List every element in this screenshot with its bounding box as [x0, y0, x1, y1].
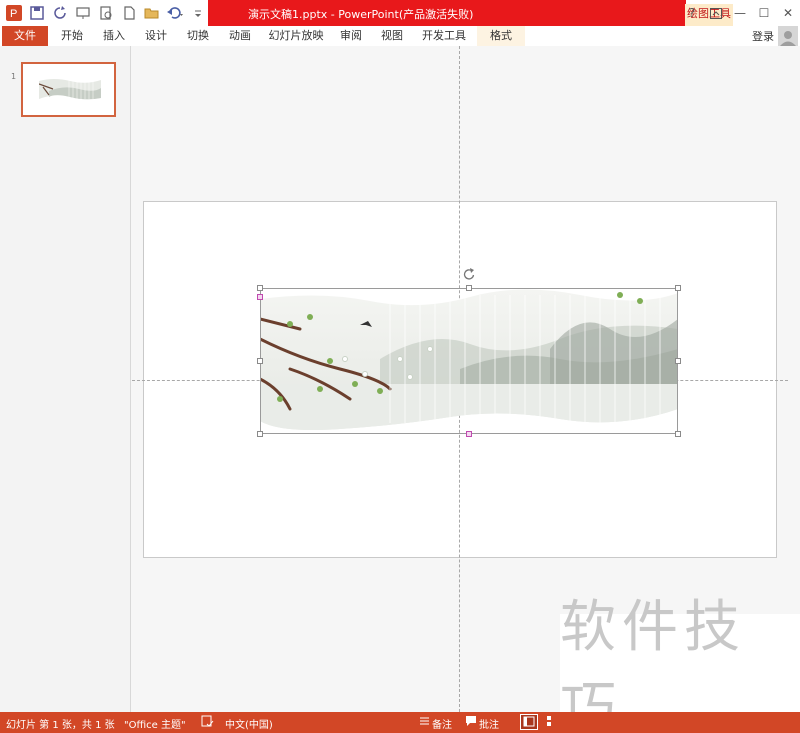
slide-thumbnail-pane: 1 [0, 46, 131, 712]
quick-access-toolbar: P [4, 3, 208, 23]
tab-format[interactable]: 格式 [477, 26, 525, 46]
notes-button[interactable]: 备注 [432, 716, 452, 731]
thumbnail-number: 1 [11, 72, 17, 81]
title-banner: 演示文稿1.pptx - PowerPoint(产品激活失败) 绘图工具 [208, 0, 733, 26]
watermark-text: 软件技巧 [560, 595, 746, 733]
tab-animations[interactable]: 动画 [222, 26, 258, 46]
close-button[interactable]: ✕ [776, 0, 800, 26]
svg-text:P: P [10, 8, 17, 20]
maximize-button[interactable]: ☐ [752, 0, 776, 26]
tab-slideshow[interactable]: 幻灯片放映 [264, 26, 328, 46]
normal-view-button[interactable] [520, 714, 538, 730]
open-folder-icon[interactable] [142, 3, 162, 23]
login-link[interactable]: 登录 [752, 28, 774, 44]
tab-file[interactable]: 文件 [2, 26, 48, 46]
minimize-button[interactable]: — [728, 0, 752, 26]
notes-icon [420, 717, 429, 725]
status-bar: 幻灯片 第 1 张，共 1 张 "Office 主题" 中文(中国) 备注 批注 [0, 712, 800, 733]
spell-check-icon[interactable] [201, 715, 214, 728]
customize-toolbar-icon[interactable] [188, 3, 208, 23]
language[interactable]: 中文(中国) [225, 716, 273, 731]
tab-developer[interactable]: 开发工具 [416, 26, 472, 46]
save-icon[interactable] [27, 3, 47, 23]
document-title: 演示文稿1.pptx - PowerPoint(产品激活失败) [248, 8, 474, 21]
undo-icon[interactable] [165, 3, 185, 23]
resize-handle-bottom-left[interactable] [257, 431, 263, 437]
powerpoint-logo-icon[interactable]: P [4, 3, 24, 23]
tab-home[interactable]: 开始 [54, 26, 90, 46]
tab-design[interactable]: 设计 [138, 26, 174, 46]
ribbon-tabs: 文件 开始 插入 设计 切换 动画 幻灯片放映 审阅 视图 开发工具 格式 [0, 26, 800, 46]
repeat-icon[interactable] [50, 3, 70, 23]
slide-count[interactable]: 幻灯片 第 1 张，共 1 张 [6, 716, 115, 731]
new-document-icon[interactable] [119, 3, 139, 23]
tab-view[interactable]: 视图 [374, 26, 410, 46]
help-button[interactable]: ? [680, 0, 704, 26]
comments-icon [466, 716, 476, 726]
ribbon-display-options-button[interactable] [704, 0, 728, 26]
resize-handle-top-right[interactable] [675, 285, 681, 291]
normal-view-icon [523, 716, 535, 727]
tab-review[interactable]: 审阅 [334, 26, 368, 46]
thumbnail-picture [39, 79, 101, 100]
from-beginning-icon[interactable] [73, 3, 93, 23]
avatar[interactable] [778, 26, 798, 46]
tab-insert[interactable]: 插入 [96, 26, 132, 46]
title-bar: P 演示文稿1.pptx - PowerPoint(产品激活失败) 绘图工具 ?… [0, 0, 800, 26]
resize-handle-top[interactable] [466, 285, 472, 291]
theme-name: "Office 主题" [124, 720, 186, 731]
tab-transitions[interactable]: 切换 [180, 26, 216, 46]
rotate-handle-icon[interactable] [463, 268, 475, 280]
adjust-handle-bottom[interactable] [466, 431, 472, 437]
slide-sorter-view-button[interactable] [546, 714, 556, 730]
resize-handle-right[interactable] [675, 358, 681, 364]
slide-sorter-icon [547, 716, 551, 726]
print-preview-icon[interactable] [96, 3, 116, 23]
resize-handle-bottom-right[interactable] [675, 431, 681, 437]
comments-button[interactable]: 批注 [479, 716, 499, 731]
selection-frame [260, 288, 678, 434]
watermark: 软件技巧 [560, 595, 800, 733]
resize-handle-top-left[interactable] [257, 285, 263, 291]
window-controls: ? — ☐ ✕ [680, 0, 800, 26]
adjust-handle-top[interactable] [257, 294, 263, 300]
slide-thumbnail[interactable] [21, 62, 116, 117]
resize-handle-left[interactable] [257, 358, 263, 364]
